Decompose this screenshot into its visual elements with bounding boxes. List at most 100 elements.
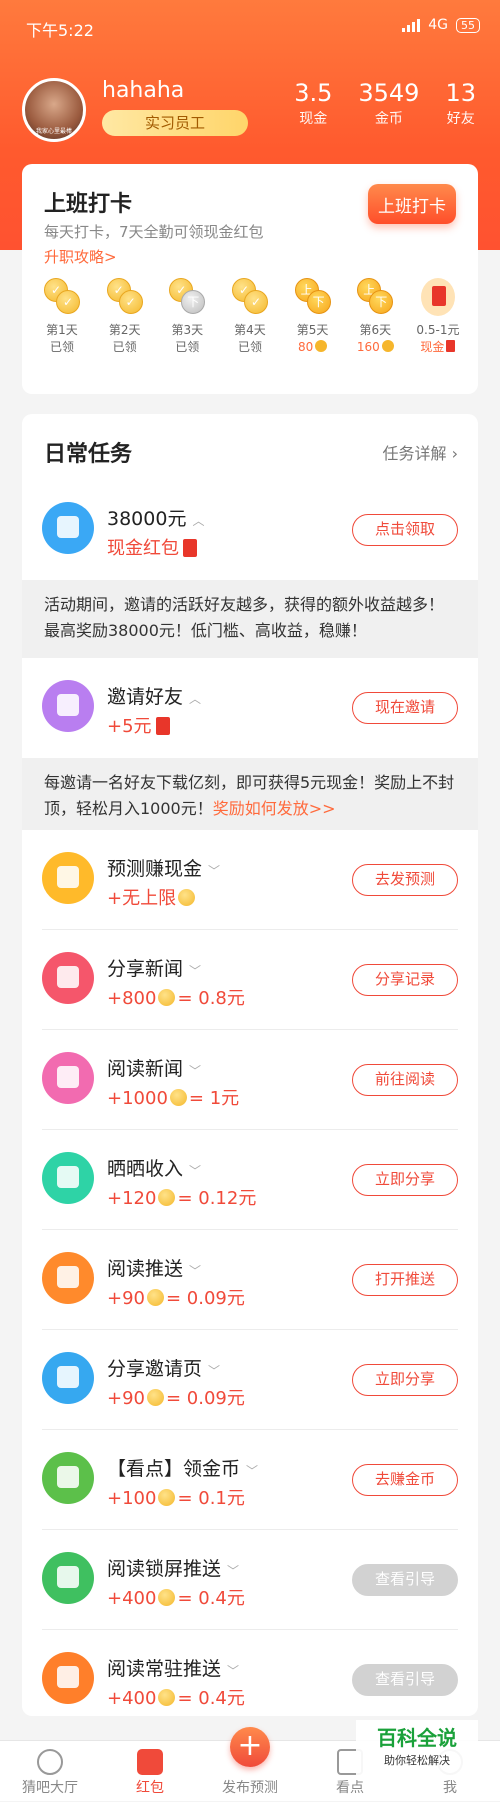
tab-guess-hall[interactable]: 猜吧大厅 xyxy=(0,1741,100,1802)
task-invite-friends: 邀请好友 ︿ +5元 现在邀请 xyxy=(22,658,478,758)
checkin-day-6: 上下 第6天 160 xyxy=(347,276,403,356)
reward-payout-link[interactable]: 奖励如何发放>> xyxy=(213,799,336,818)
chevron-down-icon[interactable]: ﹀ xyxy=(208,864,220,878)
network-type: 4G xyxy=(428,17,448,33)
task-name: 分享新闻 xyxy=(107,958,184,980)
chevron-up-icon[interactable]: ︿ xyxy=(189,692,201,706)
status-right: 4G 55 xyxy=(402,17,480,33)
chevron-down-icon[interactable]: ﹀ xyxy=(189,1264,201,1278)
chevron-down-icon[interactable]: ﹀ xyxy=(208,1364,220,1378)
chevron-up-icon[interactable]: ︿ xyxy=(192,514,204,528)
task-name: 【看点】领金币 xyxy=(107,1458,241,1480)
stat-coins[interactable]: 3549 金币 xyxy=(358,78,419,128)
chevron-down-icon[interactable]: ﹀ xyxy=(227,1564,239,1578)
promotion-guide-link[interactable]: 升职攻略> xyxy=(44,246,117,267)
cash-redpacket-notice: 活动期间，邀请的活跃好友越多，获得的额外收益越多！最高奖励38000元！低门槛、… xyxy=(22,580,478,658)
task-details-link[interactable]: 任务详解 › xyxy=(382,440,458,464)
day-label: 第2天 xyxy=(108,323,141,337)
task-name: 分享邀请页 xyxy=(107,1358,203,1380)
chevron-down-icon[interactable]: ﹀ xyxy=(246,1464,258,1478)
task-coins: +1000 xyxy=(107,1088,168,1109)
stat-value: 3549 xyxy=(358,79,420,107)
plus-icon: + xyxy=(230,1727,270,1767)
notice-text: 活动期间，邀请的活跃好友越多，获得的额外收益越多！最高奖励38000元！低门槛、… xyxy=(44,595,445,640)
chevron-down-icon[interactable]: ﹀ xyxy=(189,1164,201,1178)
task-name: 阅读新闻 xyxy=(107,1058,184,1080)
task-read-news: 阅读新闻 ﹀ +1000 = 1元 前往阅读 xyxy=(22,1030,478,1130)
chevron-down-icon[interactable]: ﹀ xyxy=(189,1064,201,1078)
rank-badge: 实习员工 xyxy=(102,110,248,136)
share-now-button[interactable]: 立即分享 xyxy=(352,1164,458,1196)
checkin-day-1: ✓ ✓ 第1天 已领 xyxy=(34,276,90,356)
avatar-caption: 我家心里最棒 xyxy=(35,128,72,135)
stat-label: 金币 xyxy=(374,111,403,127)
username: hahaha xyxy=(102,78,185,103)
stat-cash[interactable]: 3.5 现金 xyxy=(294,78,332,128)
task-show-income: 晒晒收入 ﹀ +120 = 0.12元 立即分享 xyxy=(22,1130,478,1230)
share-now-button[interactable]: 立即分享 xyxy=(352,1364,458,1396)
gift-icon xyxy=(42,502,94,554)
coin-icon xyxy=(315,340,328,352)
share-history-button[interactable]: 分享记录 xyxy=(352,964,458,996)
chevron-right-icon: › xyxy=(451,444,458,463)
battery-icon: 55 xyxy=(456,17,480,33)
task-coins: +90 xyxy=(107,1388,145,1409)
chevron-down-icon[interactable]: ﹀ xyxy=(227,1664,239,1678)
checkin-day-5: 上下 第5天 80 xyxy=(285,276,341,356)
task-reward: 现金红包 xyxy=(107,538,179,559)
open-push-button[interactable]: 打开推送 xyxy=(352,1264,458,1296)
checkin-day-2: ✓ ✓ 第2天 已领 xyxy=(97,276,153,356)
tab-post-prediction[interactable]: + 发布预测 xyxy=(200,1727,300,1802)
daily-tasks-card: 日常任务 任务详解 › 38000元 ︿ 现金红包 点击领取 活动期间，邀请的活跃… xyxy=(22,414,478,1716)
task-share-news: 分享新闻 ﹀ +800 = 0.8元 分享记录 xyxy=(22,930,478,1030)
task-coins: +800 xyxy=(107,988,157,1009)
earn-coins-button[interactable]: 去赚金币 xyxy=(352,1464,458,1496)
task-resident-push: 阅读常驻推送 ﹀ +400 = 0.4元 查看引导 xyxy=(22,1630,478,1730)
task-read-push: 阅读推送 ﹀ +90 = 0.09元 打开推送 xyxy=(22,1230,478,1330)
watermark-subtitle: 助你轻松解决 xyxy=(384,1754,450,1767)
task-name: 38000元 xyxy=(107,508,187,530)
view-guide-button[interactable]: 查看引导 xyxy=(352,1564,458,1596)
coin-stack-icon: 上下 xyxy=(293,276,333,318)
day-value: 160 xyxy=(356,340,380,354)
day-label: 第5天 xyxy=(296,323,329,337)
watermark-title: 百科全说 xyxy=(377,1726,457,1750)
tab-label: 猜吧大厅 xyxy=(22,1780,78,1796)
stat-label: 好友 xyxy=(446,111,475,127)
view-guide-button[interactable]: 查看引导 xyxy=(352,1664,458,1696)
avatar[interactable]: 我家心里最棒 xyxy=(22,78,86,142)
task-cash-value: = 0.4元 xyxy=(177,1688,245,1709)
go-read-button[interactable]: 前往阅读 xyxy=(352,1064,458,1096)
task-name: 阅读锁屏推送 xyxy=(107,1558,222,1580)
task-reward: +5元 xyxy=(107,716,152,737)
day-value: 现金 xyxy=(420,340,445,354)
red-packet-icon xyxy=(446,340,456,352)
post-prediction-button[interactable]: 去发预测 xyxy=(352,864,458,896)
day-value: 已领 xyxy=(237,340,262,354)
task-cash-value: = 1元 xyxy=(188,1088,240,1109)
money-bag-icon xyxy=(42,1152,94,1204)
coin-icon xyxy=(381,340,394,352)
tab-label: 看点 xyxy=(336,1780,364,1796)
people-icon xyxy=(42,680,94,732)
coin-icon xyxy=(158,1589,176,1606)
tab-red-packet[interactable]: 红包 xyxy=(100,1741,200,1802)
checkin-day-4: ✓ ✓ 第4天 已领 xyxy=(222,276,278,356)
tasks-title: 日常任务 xyxy=(44,442,133,467)
chevron-down-icon[interactable]: ﹀ xyxy=(189,964,201,978)
task-coins: +120 xyxy=(107,1188,157,1209)
compass-icon xyxy=(37,1749,63,1775)
task-coins: +90 xyxy=(107,1288,145,1309)
stat-friends[interactable]: 13 好友 xyxy=(445,78,476,128)
coin-icon xyxy=(169,1089,187,1106)
invite-now-button[interactable]: 现在邀请 xyxy=(352,692,458,724)
checkin-button[interactable]: 上班打卡 xyxy=(368,184,456,224)
claim-button[interactable]: 点击领取 xyxy=(352,514,458,546)
task-cash-value: = 0.09元 xyxy=(166,1388,245,1409)
task-predict-cash: 预测赚现金 ﹀ +无上限 去发预测 xyxy=(22,830,478,930)
day-label: 第4天 xyxy=(234,323,266,337)
signal-icon xyxy=(402,18,421,32)
checkin-day-7: 0.5-1元 现金 xyxy=(410,276,466,356)
profile-header: 我家心里最棒 hahaha 实习员工 3.5 现金 3549 金币 13 好友 xyxy=(22,78,482,148)
checkin-day-3: ✓ 下 第3天 已领 xyxy=(159,276,215,356)
